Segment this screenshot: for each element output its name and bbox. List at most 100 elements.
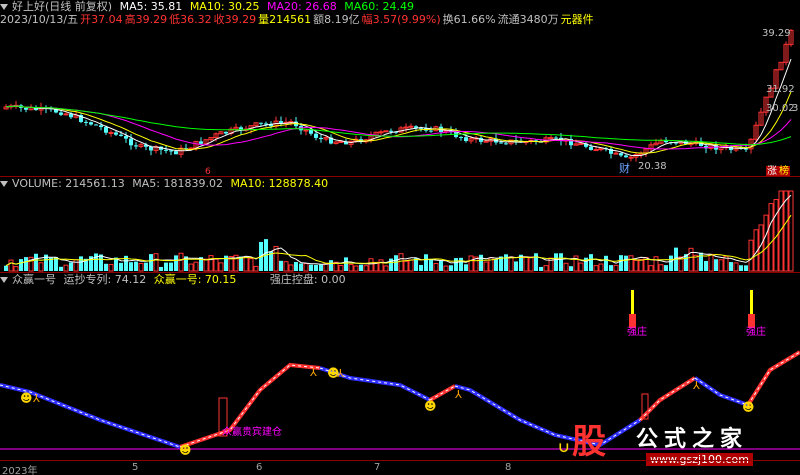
volume-bar <box>394 255 398 271</box>
indicator-band <box>746 350 800 407</box>
volume-bar <box>449 265 453 271</box>
signal-stick <box>629 314 636 328</box>
time-axis-label: 6 <box>256 462 263 473</box>
candle-body <box>89 122 93 125</box>
volume-bar <box>108 264 114 272</box>
stock-chart[interactable] <box>0 0 800 475</box>
volume-bar <box>359 264 363 271</box>
right-price-label-2: 30.02 <box>766 103 795 114</box>
volume-bar <box>609 265 613 271</box>
volume-bar <box>144 262 148 271</box>
candle-body <box>593 149 599 152</box>
volume-bar <box>94 253 98 271</box>
candle-body <box>624 155 628 158</box>
volume-bar <box>569 266 573 271</box>
signal-stick <box>631 290 634 314</box>
candle-body <box>613 152 619 155</box>
volume-bar <box>188 263 194 272</box>
candle-body <box>69 113 73 118</box>
volume-bar <box>454 258 458 271</box>
qiangzhuang-value: 强庄控盘: 0.00 <box>269 273 346 286</box>
volume-bar <box>138 263 144 272</box>
volume-bar <box>368 258 374 272</box>
candle-body <box>589 146 593 150</box>
moving-average-lines <box>5 58 792 156</box>
volume-bar <box>248 258 254 272</box>
volume-value: VOLUME: 214561.13 <box>12 177 125 190</box>
watermark-site-name: 公式之家 <box>636 426 749 452</box>
volume-bar <box>253 265 259 272</box>
volume-bar <box>79 256 83 271</box>
candle-body <box>314 133 318 138</box>
volume-bar <box>419 264 423 271</box>
collapse-arrow-icon[interactable] <box>0 277 8 283</box>
volume-bar <box>578 262 584 272</box>
volume-bar <box>638 259 644 272</box>
walker-icon: ⅄ <box>310 366 317 379</box>
volume-bar <box>134 261 138 271</box>
volume-bar <box>153 253 159 272</box>
volume-bar <box>299 263 303 271</box>
volume-bar <box>439 260 443 271</box>
volume-bar <box>424 254 428 271</box>
candle-body <box>104 127 108 133</box>
candle-body <box>619 153 623 156</box>
volume-bar <box>748 239 754 272</box>
volume-bar <box>344 257 348 271</box>
candle-body <box>403 126 409 129</box>
low-price-label: 20.38 <box>638 161 667 172</box>
volume-bar <box>129 262 133 271</box>
volume-bar <box>613 264 619 272</box>
signal-stick <box>748 314 755 328</box>
candle-body <box>303 129 309 132</box>
candle-body <box>94 124 98 126</box>
candle-body <box>224 131 228 134</box>
indicator-panel-header: 众赢一号 运抄专列: 74.12 众赢一号: 70.15 强庄控盘: 0.00 <box>0 273 350 287</box>
volume-bar <box>768 203 774 272</box>
volume-bar <box>653 256 659 272</box>
volume-bar <box>24 257 28 271</box>
candlestick-series <box>3 29 794 162</box>
volume-bar <box>319 264 323 271</box>
volume-bar <box>69 262 73 271</box>
zhongying-value: 众赢一号: 70.15 <box>153 273 237 286</box>
smiley-icon: ☻ <box>742 400 755 414</box>
candle-body <box>59 112 63 115</box>
volume-bar <box>729 262 733 271</box>
volume-bar <box>13 266 19 272</box>
volume-bar <box>464 264 468 271</box>
volume-bar <box>383 265 389 272</box>
qiangzhuang-label-2: 强庄 <box>746 327 766 338</box>
volume-bar <box>149 254 153 271</box>
collapse-arrow-icon[interactable] <box>0 181 8 187</box>
candle-body <box>119 134 123 136</box>
candle-body <box>129 138 133 146</box>
volume-bar <box>243 256 249 272</box>
volume-bar <box>294 261 298 271</box>
volume-bar <box>589 254 593 271</box>
candle-body <box>459 136 463 138</box>
candle-body <box>108 131 114 134</box>
volume-bar <box>714 259 718 271</box>
volume-bar <box>288 264 294 272</box>
volume-bar <box>628 255 634 272</box>
candle-body <box>24 107 28 110</box>
volume-bar <box>468 255 474 272</box>
candle-body <box>464 137 468 141</box>
watermark-logo: ∪ 股 <box>558 419 616 465</box>
cai-marker[interactable]: 财 <box>619 163 630 175</box>
volume-bar <box>73 259 79 272</box>
volume-bar <box>378 259 384 272</box>
volume-bar <box>459 257 463 271</box>
volume-bar <box>314 264 318 271</box>
volume-bar <box>429 259 433 271</box>
candle-body <box>114 132 118 135</box>
candle-body <box>378 131 384 134</box>
indicator-name[interactable]: 众赢一号 <box>12 273 56 286</box>
volume-bar <box>164 262 168 271</box>
volume-bar <box>398 253 404 272</box>
candle-body <box>408 125 414 128</box>
candle-body <box>279 121 283 123</box>
volume-bar <box>504 254 508 271</box>
candle-body <box>499 142 503 144</box>
